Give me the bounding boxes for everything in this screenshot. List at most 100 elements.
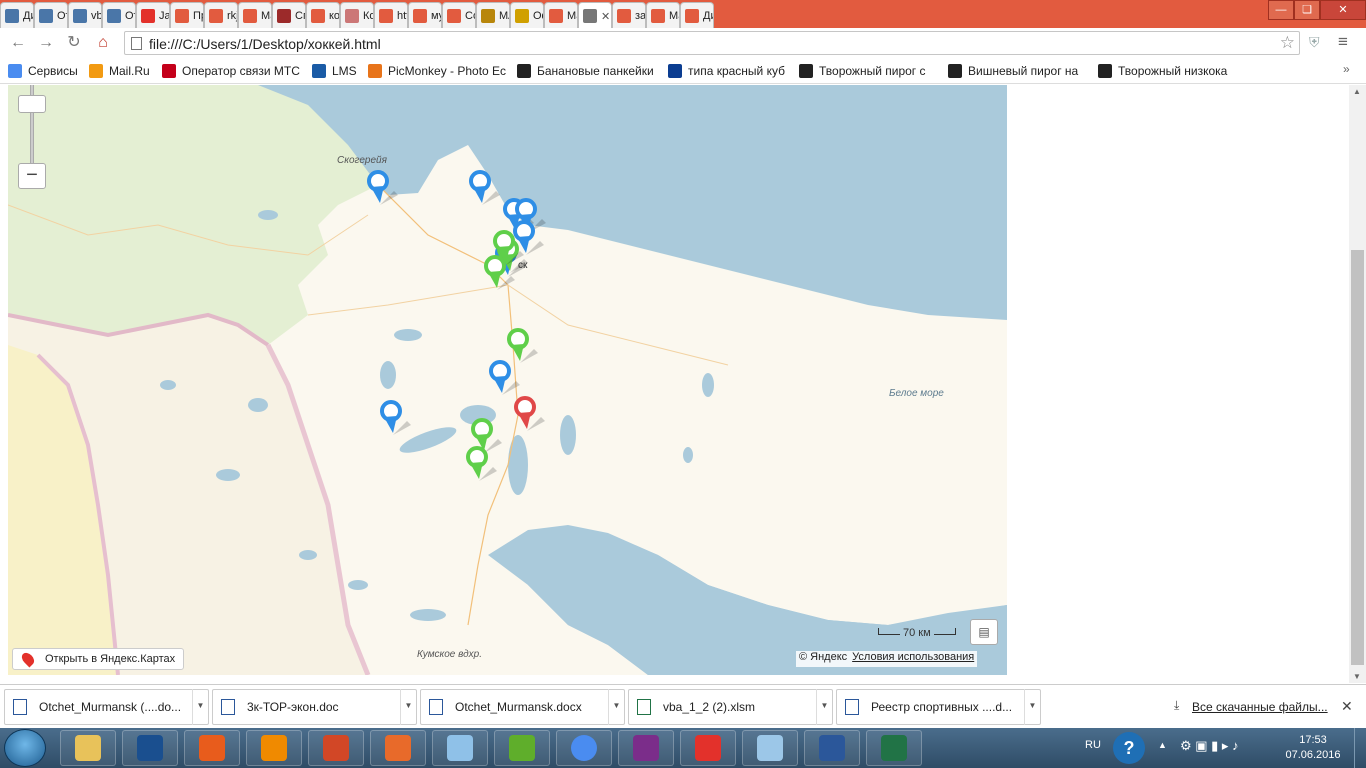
taskbar-app-office[interactable]	[184, 730, 240, 766]
tab-20[interactable]: Дин	[680, 2, 714, 28]
chevron-down-icon[interactable]: ▼	[608, 689, 624, 725]
map-marker[interactable]	[492, 229, 526, 269]
forward-button[interactable]: →	[36, 33, 56, 53]
ruler-button[interactable]: ▤	[970, 619, 998, 645]
bookmark-9[interactable]: Творожный низкока	[1098, 63, 1238, 79]
help-icon[interactable]: ?	[1113, 732, 1145, 764]
taskbar-app-winrar[interactable]	[618, 730, 674, 766]
download-item[interactable]: vba_1_2 (2).xlsm ▼	[628, 689, 833, 725]
language-indicator[interactable]: RU	[1085, 739, 1101, 768]
tab-17[interactable]: М✕	[578, 2, 612, 29]
close-window-button[interactable]: ✕	[1320, 0, 1366, 20]
zoom-out-button[interactable]: −	[18, 163, 46, 189]
taskbar-app-media[interactable]	[370, 730, 426, 766]
scroll-down-icon[interactable]: ▼	[1353, 672, 1361, 681]
maximize-button[interactable]: ❏	[1294, 0, 1320, 20]
tab-12[interactable]: мур	[408, 2, 442, 28]
tab-6[interactable]: rkjfc	[204, 2, 238, 28]
tab-18[interactable]: зао	[612, 2, 646, 28]
download-item[interactable]: Реестр спортивных ....d... ▼	[836, 689, 1041, 725]
taskbar-app-powerpoint[interactable]	[308, 730, 364, 766]
download-filename: Otchet_Murmansk (....do...	[39, 700, 182, 714]
chevron-down-icon[interactable]: ▼	[400, 689, 416, 725]
yandex-map[interactable]: Белое море Скогерейя Кумское вдхр. ск	[8, 85, 1007, 675]
zoom-control[interactable]: −	[18, 85, 46, 190]
taskbar-app-chrome[interactable]	[556, 730, 612, 766]
show-desktop-button[interactable]	[1354, 728, 1366, 768]
download-item[interactable]: Otchet_Murmansk.docx ▼	[420, 689, 625, 725]
scroll-up-icon[interactable]: ▲	[1353, 87, 1361, 96]
map-marker[interactable]	[488, 359, 522, 399]
back-button[interactable]: ←	[8, 33, 28, 53]
bookmark-0[interactable]: Сервисы	[8, 63, 80, 79]
map-marker[interactable]	[366, 169, 400, 209]
shield-icon[interactable]: ⛨	[1309, 34, 1320, 51]
tab-11[interactable]: http	[374, 2, 408, 28]
chevron-down-icon[interactable]: ▼	[816, 689, 832, 725]
tab-5[interactable]: При	[170, 2, 204, 28]
scroll-thumb[interactable]	[1351, 250, 1364, 665]
google-icon	[617, 8, 631, 23]
taskbar-app-excel[interactable]	[866, 730, 922, 766]
bookmark-3[interactable]: LMS	[312, 63, 360, 79]
tab-2[interactable]: vba	[68, 2, 102, 28]
tab-13[interactable]: Соц	[442, 2, 476, 28]
bookmark-6[interactable]: типа красный куб	[668, 63, 788, 79]
bookmark-5[interactable]: Банановые панкейки	[517, 63, 657, 79]
map-marker[interactable]	[379, 399, 413, 439]
reload-button[interactable]: ↻	[64, 33, 84, 53]
tab-15[interactable]: Оф	[510, 2, 544, 28]
tab-label: Ком	[363, 9, 373, 22]
home-button[interactable]: ⌂	[93, 33, 113, 53]
taskbar-app-hp[interactable]	[122, 730, 178, 766]
taskbar-app-folder[interactable]	[432, 730, 488, 766]
taskbar-app-vlc[interactable]	[246, 730, 302, 766]
tab-4[interactable]: Java	[136, 2, 170, 28]
tab-10[interactable]: Ком	[340, 2, 374, 28]
tab-3[interactable]: Отч	[102, 2, 136, 28]
address-url[interactable]: file:///C:/Users/1/Desktop/хоккей.html	[149, 36, 381, 52]
tab-9[interactable]: кол	[306, 2, 340, 28]
chevron-down-icon[interactable]: ▼	[1024, 689, 1040, 725]
bookmark-8[interactable]: Вишневый пирог на	[948, 63, 1088, 79]
menu-icon[interactable]: ≡	[1338, 32, 1348, 52]
minimize-button[interactable]: —	[1268, 0, 1294, 20]
tab-7[interactable]: Мар	[238, 2, 272, 28]
bookmark-2[interactable]: Оператор связи МТС	[162, 63, 302, 79]
tab-8[interactable]: Спо	[272, 2, 306, 28]
bookmark-4[interactable]: PicMonkey - Photo Ec	[368, 63, 508, 79]
download-item[interactable]: Otchet_Murmansk (....do... ▼	[4, 689, 209, 725]
tab-1[interactable]: Отч	[34, 2, 68, 28]
terms-link[interactable]: Условия использования	[852, 651, 974, 667]
address-bar[interactable]: file:///C:/Users/1/Desktop/хоккей.html ☆	[124, 31, 1300, 55]
taskbar-app-explorer[interactable]	[60, 730, 116, 766]
bookmark-1[interactable]: Mail.Ru	[89, 63, 155, 79]
taskbar-app-utorrent[interactable]	[494, 730, 550, 766]
download-item[interactable]: 3к-ТОР-экон.doc ▼	[212, 689, 417, 725]
tab-14[interactable]: МА	[476, 2, 510, 28]
map-marker[interactable]	[465, 445, 499, 485]
taskbar-app-yandex-browser[interactable]	[680, 730, 736, 766]
tab-0[interactable]: Диа	[0, 2, 34, 28]
chevron-down-icon[interactable]: ▼	[192, 689, 208, 725]
map-marker[interactable]	[468, 169, 502, 209]
map-marker[interactable]	[513, 395, 547, 435]
skogereya-label: Скогерейя	[337, 155, 387, 166]
close-downloads-icon[interactable]: ✕	[1341, 698, 1353, 715]
chevron-right-icon[interactable]: »	[1343, 62, 1350, 76]
bookmark-7[interactable]: Творожный пирог с	[799, 63, 939, 79]
start-button[interactable]	[4, 729, 46, 767]
all-downloads-link[interactable]: Все скачанные файлы...	[1192, 700, 1328, 714]
vertical-scrollbar[interactable]: ▲ ▼	[1349, 85, 1366, 683]
close-tab-icon[interactable]: ✕	[601, 10, 610, 23]
taskbar-app-notepad[interactable]	[742, 730, 798, 766]
bookmark-star-icon[interactable]: ☆	[1280, 33, 1295, 53]
open-in-yandex-maps-button[interactable]: Открыть в Яндекс.Картах	[12, 648, 185, 670]
clock[interactable]: 17:53 07.06.2016	[1281, 733, 1345, 763]
zoom-slider-handle[interactable]	[18, 95, 46, 113]
tray-expand-icon[interactable]: ▲	[1158, 740, 1167, 768]
tab-19[interactable]: Мар	[646, 2, 680, 28]
tray-app-icons[interactable]: ⚙ ▣ ▮ ▸ ♪	[1180, 738, 1239, 768]
tab-16[interactable]: Мар	[544, 2, 578, 28]
taskbar-app-word[interactable]	[804, 730, 860, 766]
